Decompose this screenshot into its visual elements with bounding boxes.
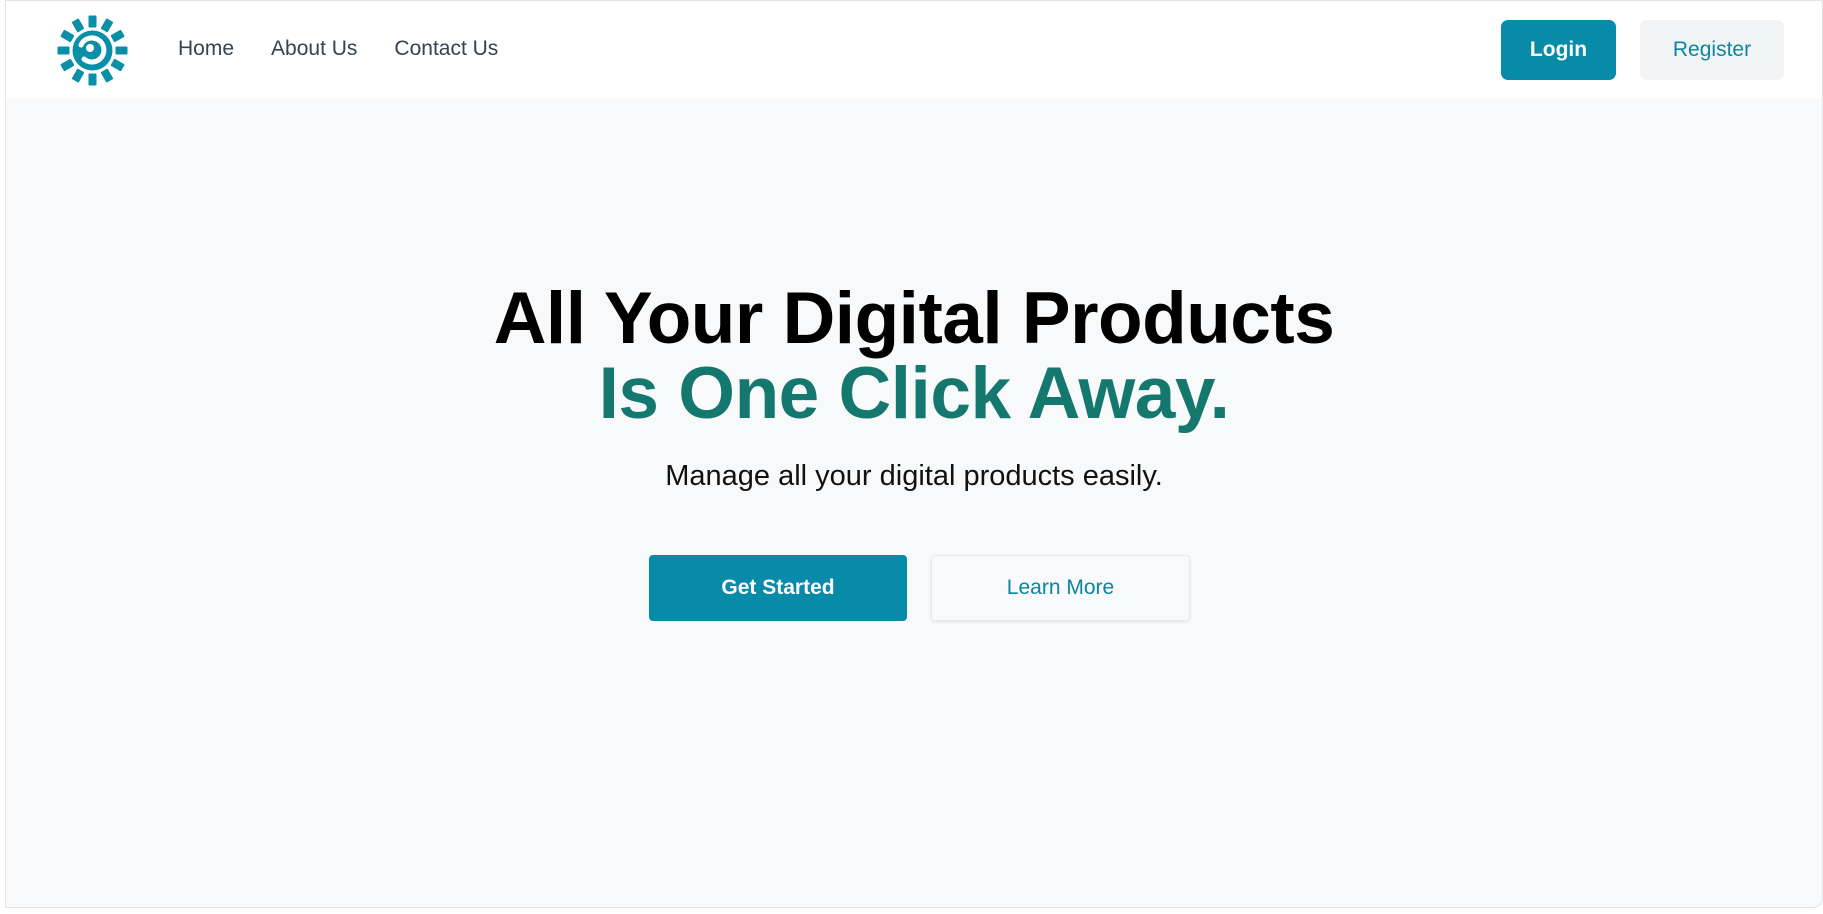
- nav-contact-us-link[interactable]: Contact Us: [394, 37, 498, 61]
- nav-home-link[interactable]: Home: [178, 37, 234, 61]
- brand-logo-icon[interactable]: [57, 15, 128, 86]
- learn-more-button[interactable]: Learn More: [931, 555, 1190, 621]
- nav-about-us-link[interactable]: About Us: [271, 37, 357, 61]
- hero-section: All Your Digital Products Is One Click A…: [6, 281, 1822, 493]
- hero-subtitle: Manage all your digital products easily.: [665, 460, 1163, 492]
- hero-headline: All Your Digital Products Is One Click A…: [6, 281, 1822, 431]
- page-frame: Home About Us Contact Us Login Register …: [5, 0, 1823, 908]
- hero-headline-line-1: All Your Digital Products: [493, 278, 1335, 359]
- main-nav: Home About Us Contact Us: [178, 37, 498, 61]
- navbar: Home About Us Contact Us Login Register: [6, 1, 1822, 98]
- register-button[interactable]: Register: [1640, 20, 1784, 80]
- login-button[interactable]: Login: [1501, 20, 1616, 80]
- get-started-button[interactable]: Get Started: [649, 555, 907, 621]
- hero-headline-line-2: Is One Click Away.: [598, 353, 1230, 434]
- hero-cta-group: Get Started Learn More: [649, 555, 1190, 621]
